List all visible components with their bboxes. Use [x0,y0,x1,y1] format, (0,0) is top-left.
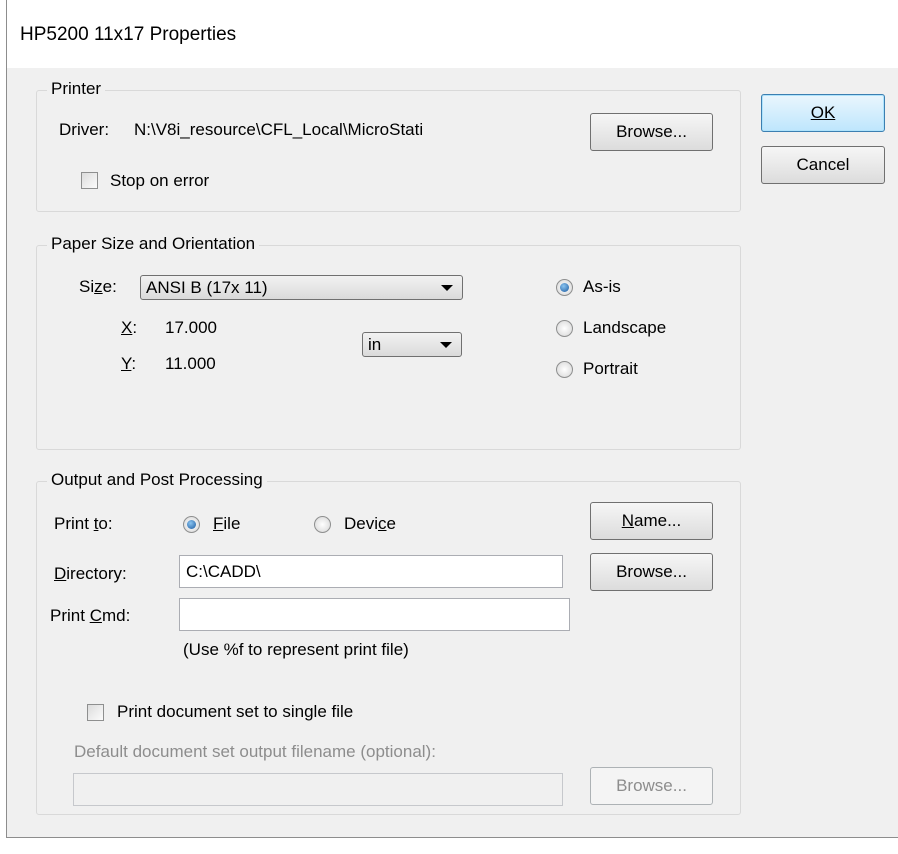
directory-browse-button[interactable]: Browse... [590,553,713,591]
name-button[interactable]: Name... [590,502,713,540]
landscape-radio[interactable] [556,320,573,337]
window-title: HP5200 11x17 Properties [20,24,237,45]
device-key: c [378,514,387,533]
directory-rest: irectory: [66,564,127,583]
paper-size-group-legend: Paper Size and Orientation [47,234,260,254]
print-cmd-input[interactable] [179,598,570,631]
output-group: Output and Post Processing Print to: Fil… [36,470,741,815]
units-value: in [368,335,382,354]
as-is-label: As-is [583,277,621,296]
x-label-key: X [121,318,133,337]
directory-input[interactable] [179,555,563,588]
print-to-post: o: [98,514,113,533]
landscape-label: Landscape [583,318,667,337]
print-to-label: Print to: [54,514,113,534]
print-to-device-label: Device [344,514,396,534]
x-value: 17.000 [165,318,217,337]
printer-group-legend: Printer [47,79,106,99]
chevron-down-icon [440,342,452,348]
x-label-rest: : [132,318,138,337]
single-file-label: Print document set to single file [117,702,354,721]
units-dropdown[interactable]: in [362,332,462,357]
ok-button-label: OK [810,103,836,122]
device-post: e [386,514,396,533]
chevron-down-icon [441,285,453,291]
driver-value: N:\V8i_resource\CFL_Local\MicroStati [134,120,424,139]
print-to-pre: Print [54,514,94,533]
name-key: N [621,511,635,530]
size-label: Size: [79,277,117,297]
paper-size-dropdown[interactable]: ANSI B (17x 11) [140,275,463,300]
print-cmd-post: md: [101,606,131,625]
ok-button[interactable]: OK [761,94,885,132]
print-cmd-label: Print Cmd: [50,606,130,626]
file-rest: ile [223,514,241,533]
paper-size-group: Paper Size and Orientation Size: ANSI B … [36,234,741,450]
size-label-post: e: [102,277,117,296]
y-label: Y: [121,354,136,374]
stop-on-error-label: Stop on error [110,171,210,190]
name-rest: ame... [634,511,682,530]
portrait-radio[interactable] [556,361,573,378]
driver-label: Driver: [59,120,110,139]
y-label-key: Y [121,354,132,373]
size-label-pre: Si [79,277,95,296]
print-cmd-hint: (Use %f to represent print file) [183,640,409,659]
properties-dialog: HP5200 11x17 Properties OK Cancel Printe… [6,0,898,838]
file-key: F [213,514,224,533]
cancel-button[interactable]: Cancel [761,146,885,184]
print-to-device-radio[interactable] [314,516,331,533]
output-group-legend: Output and Post Processing [47,470,267,490]
y-value: 11.000 [165,354,216,373]
printer-browse-button[interactable]: Browse... [590,113,713,151]
paper-size-value: ANSI B (17x 11) [146,278,268,297]
as-is-radio[interactable] [556,279,573,296]
printer-group: Printer Driver: N:\V8i_resource\CFL_Loca… [36,79,741,212]
print-cmd-pre: Print [50,606,90,625]
portrait-label: Portrait [583,359,638,378]
default-filename-browse-button[interactable]: Browse... [590,767,713,805]
print-cmd-key: C [89,606,102,625]
default-filename-label: Default document set output filename (op… [74,742,436,761]
title-bar: HP5200 11x17 Properties [7,0,898,68]
default-filename-input[interactable] [73,773,563,806]
device-pre: Devi [344,514,379,533]
directory-label: Directory: [54,564,127,584]
y-label-rest: : [131,354,137,373]
size-label-key: z [94,277,103,296]
stop-on-error-checkbox[interactable] [81,172,98,189]
single-file-checkbox[interactable] [87,704,104,721]
directory-key: D [54,564,67,583]
x-label: X: [121,318,137,338]
print-to-file-radio[interactable] [183,516,200,533]
print-to-file-label: File [213,514,240,534]
